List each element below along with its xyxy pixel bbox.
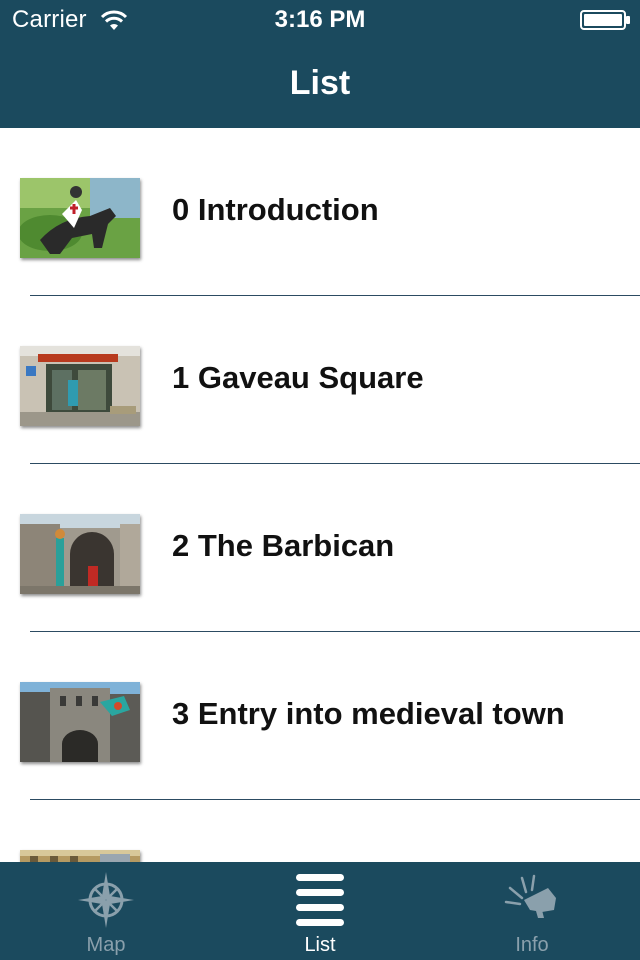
tab-map[interactable]: Map	[26, 862, 186, 960]
medieval-town-entry-image	[20, 682, 140, 762]
status-bar: Carrier 3:16 PM	[0, 0, 640, 40]
compass-icon	[78, 872, 134, 928]
list-item-label: 3 Entry into medieval town	[172, 696, 565, 731]
tab-bar: Map List Info	[0, 862, 640, 960]
battery-icon	[580, 10, 630, 30]
barbican-gate-image	[20, 514, 140, 594]
list-item-label: 0 Introduction	[172, 192, 379, 227]
list-item-label: 1 Gaveau Square	[172, 360, 424, 395]
tab-label: List	[304, 934, 336, 956]
tourist-office-image	[20, 346, 140, 426]
list-item[interactable]: 0 Introduction	[0, 128, 640, 296]
navigation-header: Carrier 3:16 PM List	[0, 0, 640, 128]
tab-label: Info	[515, 934, 549, 956]
status-time: 3:16 PM	[274, 6, 366, 33]
page-title: List	[289, 64, 351, 102]
list-icon	[296, 874, 344, 926]
list-item[interactable]	[0, 800, 640, 862]
list-item[interactable]: 1 Gaveau Square	[0, 296, 640, 464]
list-item-label: 2 The Barbican	[172, 528, 395, 563]
list-item[interactable]: 2 The Barbican	[0, 464, 640, 632]
tab-list[interactable]: List	[240, 862, 400, 960]
building-facade-image	[20, 850, 140, 862]
tab-info[interactable]: Info	[452, 862, 612, 960]
list-item[interactable]: 3 Entry into medieval town	[0, 632, 640, 800]
screen: Carrier 3:16 PM List 0 Introduction 1 Ga…	[0, 0, 640, 960]
horn-icon	[504, 874, 556, 918]
knight-on-horse-image	[20, 178, 140, 258]
stops-list[interactable]: 0 Introduction 1 Gaveau Square 2 The Bar…	[0, 128, 640, 862]
tab-label: Map	[86, 934, 126, 956]
